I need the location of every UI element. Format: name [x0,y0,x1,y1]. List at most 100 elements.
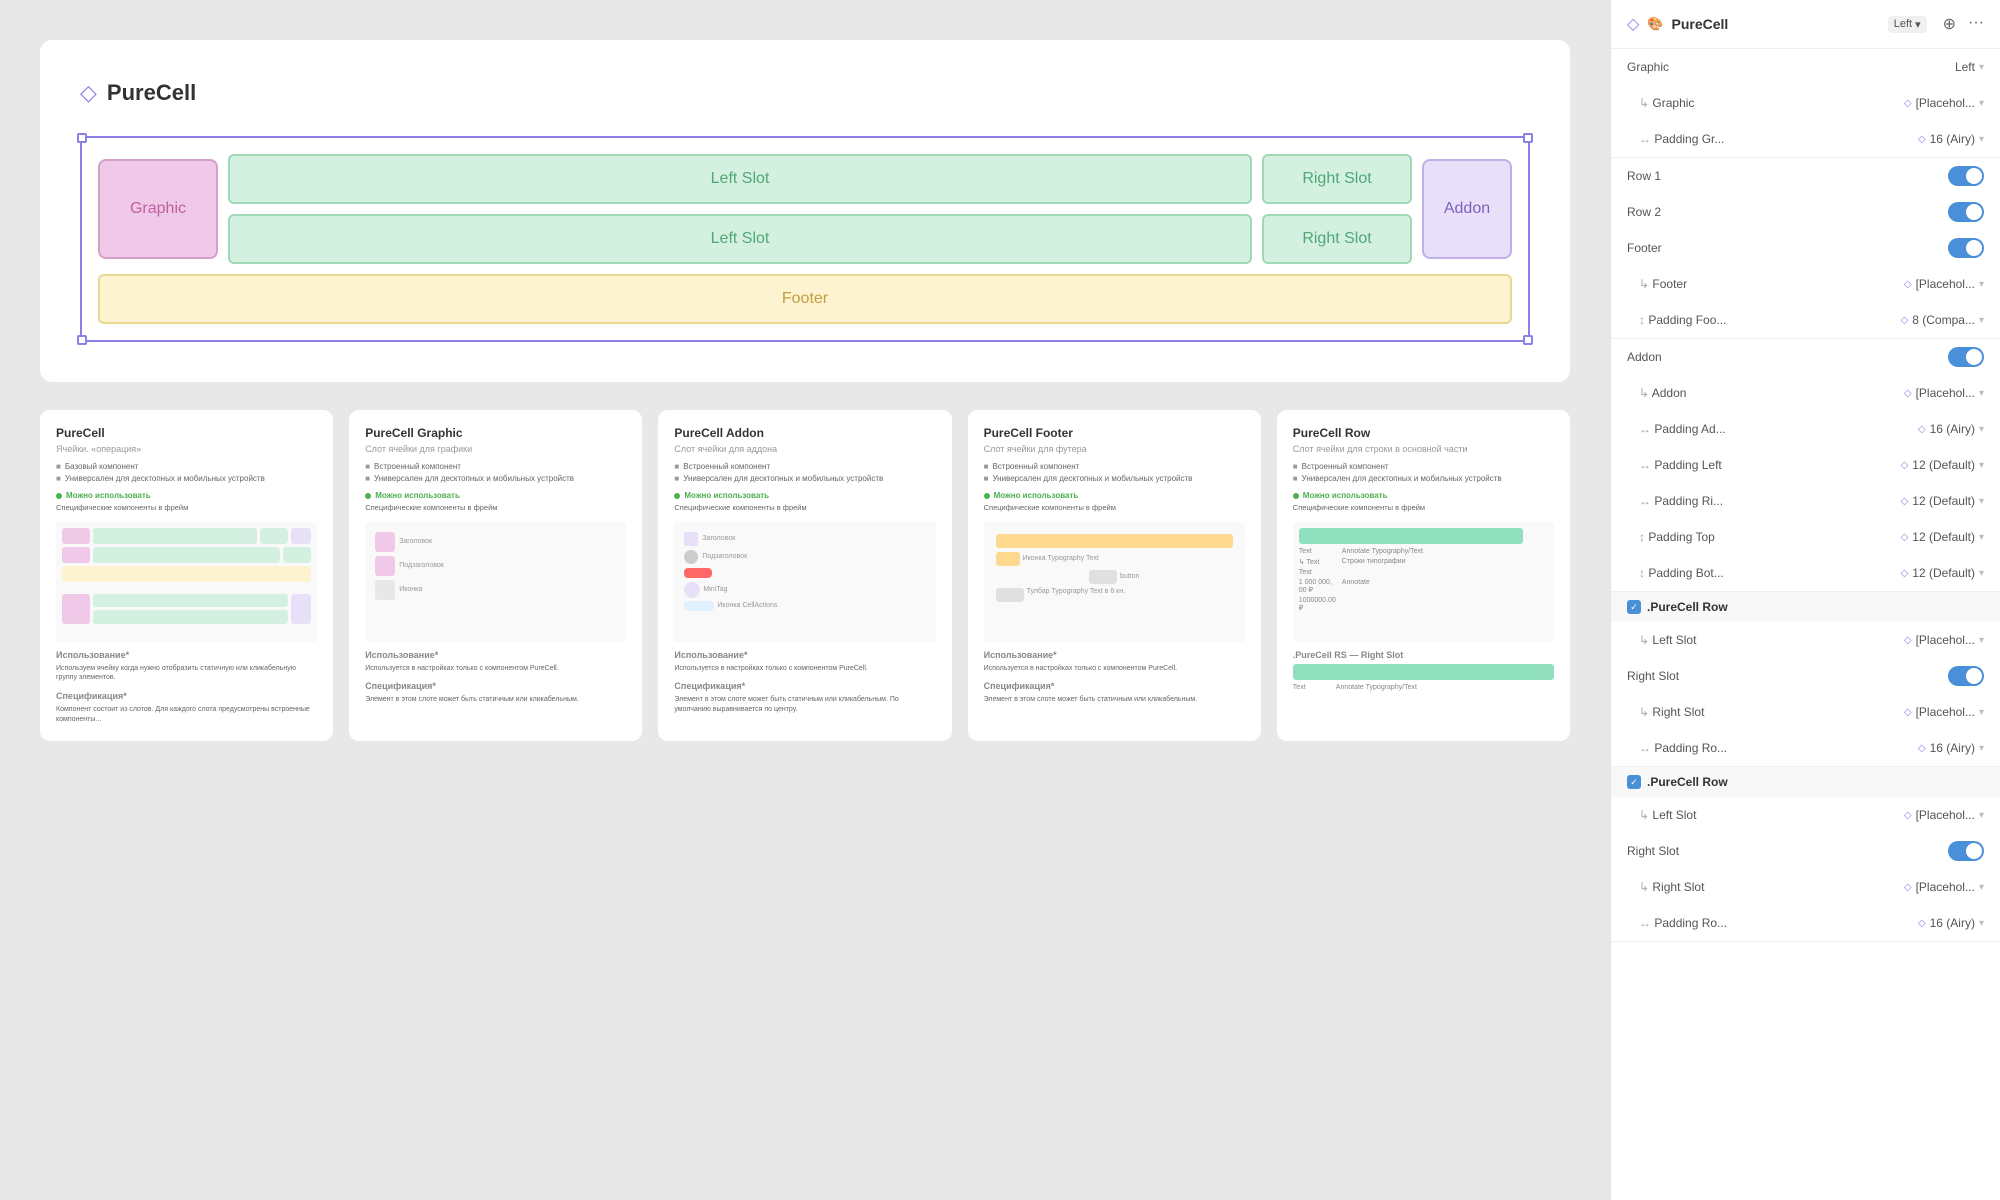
panel-row-right-slot-toggle-1: Right Slot [1611,658,2000,694]
panel-row-padding-bot: Padding Bot... ◇ 12 (Default) ▾ [1611,555,2000,591]
toggle-right-slot-2[interactable] [1948,841,1984,861]
docs-grid: PureCell Ячейки. «операция» ■ Базовый ко… [40,410,1570,741]
doc-bullet-0-1: ■ Универсален для десктопных и мобильных… [56,474,317,483]
right-slot-2: Right Slot [1262,214,1412,264]
panel-value-padding-ad[interactable]: ◇ 16 (Airy) ▾ [1918,422,1984,436]
panel-value-padding-gr[interactable]: ◇ 16 (Airy) ▾ [1918,132,1984,146]
panel-value-left-slot-2[interactable]: ◇ [Placehol... ▾ [1904,808,1984,822]
diagram-main-row: Graphic Left Slot Left Slot Right Slot R… [98,154,1512,264]
panel-action-more[interactable]: ··· [1968,14,1984,34]
panel-row-padding-gr: Padding Gr... ◇ 16 (Airy) ▾ [1611,121,2000,157]
slots-column: Left Slot Left Slot [228,154,1252,264]
toggle-right-slot-1[interactable] [1948,666,1984,686]
panel-value-graphic[interactable]: Left ▾ [1955,60,1984,74]
panel-value-padding-top[interactable]: ◇ 12 (Default) ▾ [1901,530,1984,544]
green-dot-2 [674,493,680,499]
section-checkbox-2: ✓ [1627,775,1641,789]
green-dot-0 [56,493,62,499]
panel-row-left-slot-1: Left Slot ◇ [Placehol... ▾ [1611,622,2000,658]
panel-label-padding-gr: Padding Gr... [1627,132,1918,146]
panel-section-addon: Addon Addon ◇ [Placehol... ▾ Padding Ad.… [1611,339,2000,592]
panel-value-addon-indent[interactable]: ◇ [Placehol... ▾ [1904,386,1984,400]
panel-label-padding-left: Padding Left [1627,458,1901,472]
panel-value-graphic-indent[interactable]: ◇ [Placehol... ▾ [1904,96,1984,110]
doc-card-title-4: PureCell Row [1293,426,1554,440]
panel-value-padding-ro-1[interactable]: ◇ 16 (Airy) ▾ [1918,741,1984,755]
panel-label-right-slot-toggle-1: Right Slot [1627,669,1948,683]
panel-value-right-slot-indent-2[interactable]: ◇ [Placehol... ▾ [1904,880,1984,894]
toggle-row2[interactable] [1948,202,1984,222]
doc-bullet-1-1: ■ Универсален для десктопных и мобильных… [365,474,626,483]
corner-br [1523,335,1533,345]
panel-value-padding-foo[interactable]: ◇ 8 (Compa... ▾ [1901,313,1984,327]
panel-value-left-slot-1[interactable]: ◇ [Placehol... ▾ [1904,633,1984,647]
panel-section-footer: Footer Footer ◇ [Placehol... ▾ Padding F… [1611,230,2000,339]
doc-card-title-3: PureCell Footer [984,426,1245,440]
panel-action-settings[interactable]: ⊕ [1943,14,1956,34]
panel-label-graphic-indent: Graphic [1627,96,1904,110]
doc-usage-label-4: Можно использовать [1293,491,1554,500]
doc-bullet-3-1: ■ Универсален для десктопных и мобильных… [984,474,1245,483]
panel-row-padding-left: Padding Left ◇ 12 (Default) ▾ [1611,447,2000,483]
panel-section-title-1: .PureCell Row [1647,600,1728,614]
panel-header-icon: ◇ [1627,14,1639,34]
toggle-addon[interactable] [1948,347,1984,367]
toggle-row1[interactable] [1948,166,1984,186]
doc-card-title-1: PureCell Graphic [365,426,626,440]
panel-label-footer: Footer [1627,241,1948,255]
panel-value-padding-bot[interactable]: ◇ 12 (Default) ▾ [1901,566,1984,580]
panel-header: ◇ 🎨 PureCell Left ▾ ⊕ ··· [1611,0,2000,49]
toggle-footer[interactable] [1948,238,1984,258]
panel-header-logo: 🎨 [1647,16,1663,32]
doc-mini-diagram-1: Заголовок Подзаголовок Иконка [365,522,626,642]
left-slot-1: Left Slot [228,154,1252,204]
canvas-area: ◇ PureCell Graphic Left Slot Left Slot R… [0,0,1610,1200]
doc-usage-text-4: Специфические компоненты в фрейм [1293,503,1554,514]
panel-row-graphic-header: Graphic Left ▾ [1611,49,2000,85]
doc-usage-label-1: Можно использовать [365,491,626,500]
panel-row-addon: Addon [1611,339,2000,375]
panel-value-right-slot-indent-1[interactable]: ◇ [Placehol... ▾ [1904,705,1984,719]
panel-section-row1: Left Slot ◇ [Placehol... ▾ Right Slot Ri… [1611,622,2000,767]
doc-card-graphic[interactable]: PureCell Graphic Слот ячейки для графики… [349,410,642,741]
panel-row-padding-foo: Padding Foo... ◇ 8 (Compa... ▾ [1611,302,2000,338]
main-card: ◇ PureCell Graphic Left Slot Left Slot R… [40,40,1570,382]
panel-label-footer-indent: Footer [1627,277,1904,291]
panel-value-padding-left[interactable]: ◇ 12 (Default) ▾ [1901,458,1984,472]
panel-value-footer-indent[interactable]: ◇ [Placehol... ▾ [1904,277,1984,291]
panel-label-padding-top: Padding Top [1627,530,1901,544]
diagram-footer-row: Footer [98,274,1512,324]
doc-usage-label-0: Можно использовать [56,491,317,500]
doc-card-row[interactable]: PureCell Row Слот ячейки для строки в ос… [1277,410,1570,741]
panel-row-right-slot-indent-2: Right Slot ◇ [Placehol... ▾ [1611,869,2000,905]
doc-bullet-4-1: ■ Универсален для десктопных и мобильных… [1293,474,1554,483]
doc-card-subtitle-0: Ячейки. «операция» [56,444,317,454]
doc-usage-text-0: Специфические компоненты в фрейм [56,503,317,514]
green-dot-1 [365,493,371,499]
doc-bullet-0-0: ■ Базовый компонент [56,462,317,471]
card-title-text: PureCell [107,80,196,106]
green-dot-3 [984,493,990,499]
panel-label-row2: Row 2 [1627,205,1948,219]
panel-label-padding-ro-1: Padding Ro... [1627,741,1918,755]
panel-label-row1: Row 1 [1627,169,1948,183]
corner-bl [77,335,87,345]
doc-usage-text-3: Специфические компоненты в фрейм [984,503,1245,514]
panel-value-padding-ro-2[interactable]: ◇ 16 (Airy) ▾ [1918,916,1984,930]
doc-card-subtitle-1: Слот ячейки для графики [365,444,626,454]
panel-label-right-slot-indent-1: Right Slot [1627,705,1904,719]
panel-row-padding-ro-1: Padding Ro... ◇ 16 (Airy) ▾ [1611,730,2000,766]
panel-row-padding-ri: Padding Ri... ◇ 12 (Default) ▾ [1611,483,2000,519]
panel-row-row2: Row 2 [1611,194,2000,230]
doc-card-addon[interactable]: PureCell Addon Слот ячейки для аддона ■ … [658,410,951,741]
panel-label-left-slot-1: Left Slot [1627,633,1904,647]
panel-row-right-slot-toggle-2: Right Slot [1611,833,2000,869]
panel-value-padding-ri[interactable]: ◇ 12 (Default) ▾ [1901,494,1984,508]
doc-card-purecell[interactable]: PureCell Ячейки. «операция» ■ Базовый ко… [40,410,333,741]
doc-card-title-2: PureCell Addon [674,426,935,440]
doc-card-footer[interactable]: PureCell Footer Слот ячейки для футера ■… [968,410,1261,741]
panel-dropdown[interactable]: Left ▾ [1888,16,1927,33]
panel-label-padding-bot: Padding Bot... [1627,566,1901,580]
doc-card-title-0: PureCell [56,426,317,440]
doc-bullet-4-0: ■ Встроенный компонент [1293,462,1554,471]
